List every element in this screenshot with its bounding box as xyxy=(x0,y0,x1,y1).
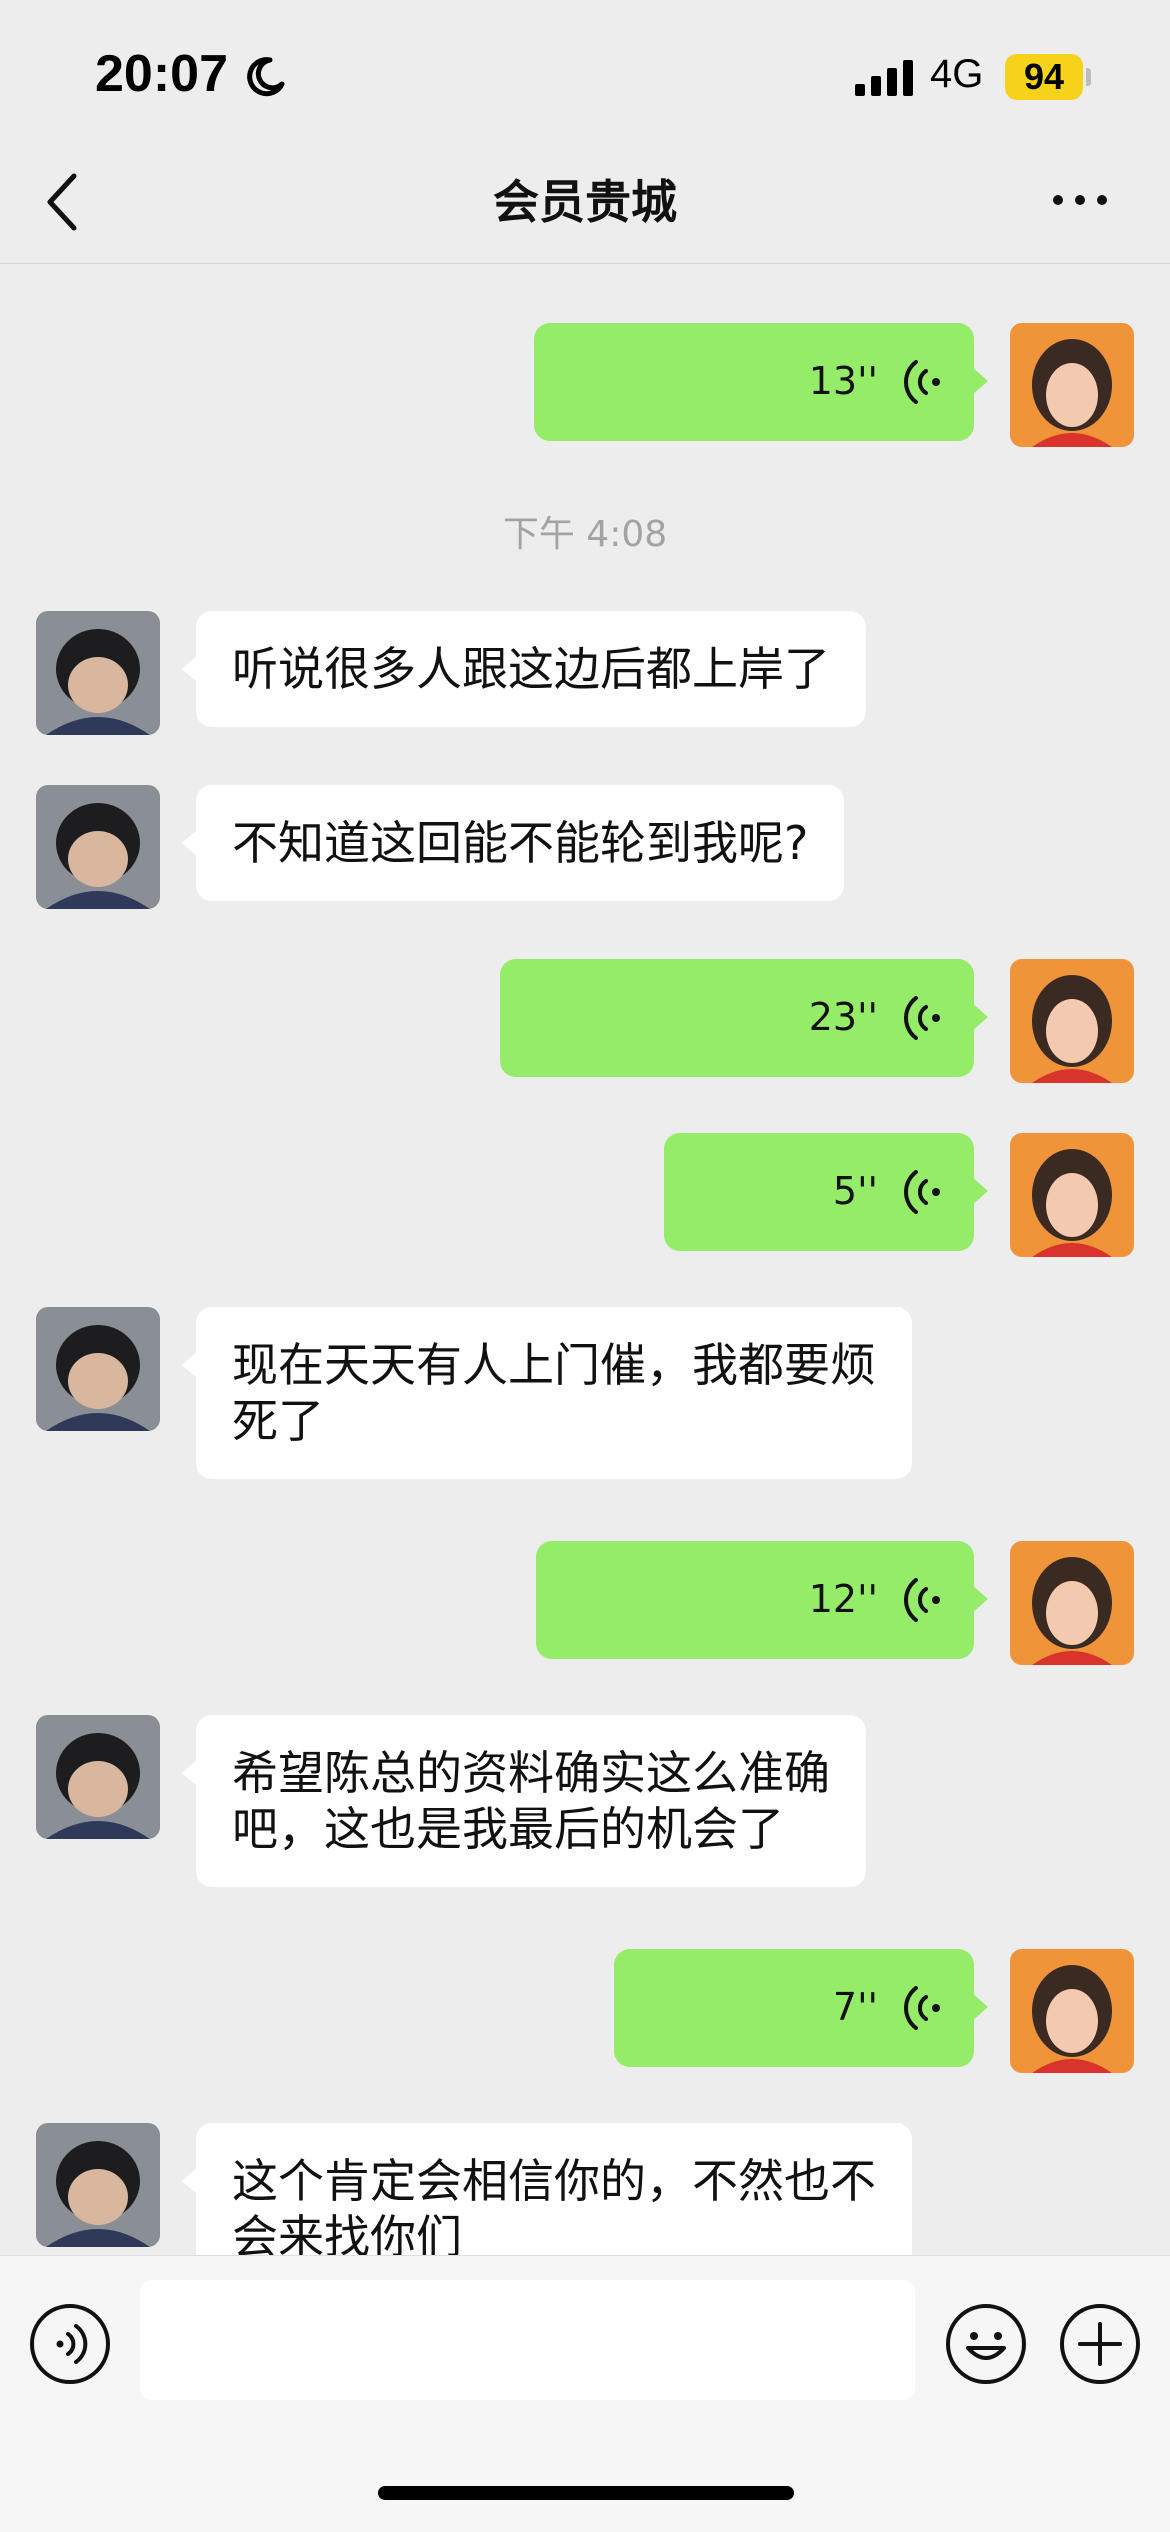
message-text: 不知道这回能不能轮到我呢? xyxy=(232,816,809,870)
more-dots-icon[interactable] xyxy=(1050,188,1110,212)
message-text-line: 现在天天有人上门催，我都要烦 xyxy=(232,1338,876,1392)
network-label: 4G xyxy=(930,52,984,96)
nav-bar: 会员贵城 xyxy=(0,140,1170,264)
self-avatar[interactable] xyxy=(1010,1133,1134,1257)
chat-area[interactable]: 13'' 下午 4:08 听说很多人跟这边后都上岸了 不知道这回能不能轮到我呢?… xyxy=(0,265,1170,2255)
plus-icon[interactable] xyxy=(1058,2302,1142,2386)
message-input[interactable] xyxy=(140,2280,915,2400)
voice-message-bubble[interactable]: 7'' xyxy=(614,1949,988,2067)
message-text-line: 吧，这也是我最后的机会了 xyxy=(232,1802,784,1856)
self-avatar[interactable] xyxy=(1010,1949,1134,2073)
message-text-line: 会来找你们 xyxy=(232,2210,462,2255)
text-message-bubble[interactable]: 这个肯定会相信你的，不然也不 会来找你们 xyxy=(182,2123,912,2255)
voice-toggle-icon[interactable] xyxy=(28,2302,112,2386)
other-avatar[interactable] xyxy=(36,1715,160,1839)
message-text-line: 希望陈总的资料确实这么准确 xyxy=(232,1746,830,1800)
home-indicator[interactable] xyxy=(378,2486,794,2500)
timestamp: 下午 4:08 xyxy=(502,514,668,555)
voice-message-bubble[interactable]: 23'' xyxy=(500,959,988,1077)
status-time: 20:07 xyxy=(95,45,228,103)
battery-icon: 94 xyxy=(1005,54,1083,100)
self-avatar[interactable] xyxy=(1010,1541,1134,1665)
text-message-bubble[interactable]: 现在天天有人上门催，我都要烦 死了 xyxy=(182,1307,912,1479)
voice-wave-icon xyxy=(904,996,940,1040)
other-avatar[interactable] xyxy=(36,785,160,909)
voice-duration: 12'' xyxy=(808,1577,878,1621)
page-title: 会员贵城 xyxy=(493,175,677,229)
other-avatar[interactable] xyxy=(36,1307,160,1431)
text-message-bubble[interactable]: 希望陈总的资料确实这么准确 吧，这也是我最后的机会了 xyxy=(182,1715,866,1887)
signal-icon xyxy=(855,60,913,96)
other-avatar[interactable] xyxy=(36,2123,160,2247)
text-message-bubble[interactable]: 不知道这回能不能轮到我呢? xyxy=(181,785,845,901)
voice-wave-icon xyxy=(904,1170,940,1214)
voice-wave-icon xyxy=(904,1578,940,1622)
battery-cap xyxy=(1086,68,1091,86)
moon-icon xyxy=(247,57,285,97)
voice-duration: 7'' xyxy=(832,1985,878,2029)
voice-wave-icon xyxy=(904,1986,940,2030)
message-text-line: 死了 xyxy=(232,1394,324,1448)
emoji-icon[interactable] xyxy=(944,2302,1028,2386)
self-avatar[interactable] xyxy=(1010,323,1134,447)
voice-duration: 5'' xyxy=(832,1169,878,1213)
self-avatar[interactable] xyxy=(1010,959,1134,1083)
voice-message-bubble[interactable]: 5'' xyxy=(664,1133,988,1251)
other-avatar[interactable] xyxy=(36,611,160,735)
message-text: 听说很多人跟这边后都上岸了 xyxy=(232,642,830,696)
voice-wave-icon xyxy=(904,360,940,404)
text-message-bubble[interactable]: 听说很多人跟这边后都上岸了 xyxy=(182,611,866,727)
message-text-line: 这个肯定会相信你的，不然也不 xyxy=(232,2154,876,2208)
voice-duration: 13'' xyxy=(808,359,878,403)
voice-message-bubble[interactable]: 13'' xyxy=(534,323,988,441)
status-bar: 20:07 4G 94 xyxy=(0,0,1170,140)
voice-message-bubble[interactable]: 12'' xyxy=(536,1541,988,1659)
voice-duration: 23'' xyxy=(808,995,878,1039)
